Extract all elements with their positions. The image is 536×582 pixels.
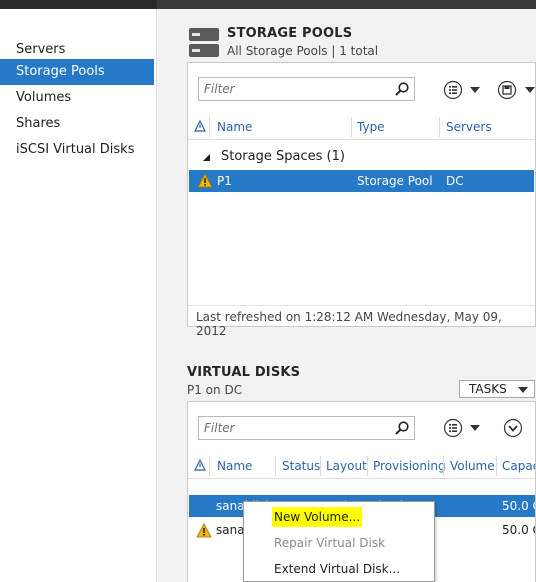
cell-servers: DC <box>446 174 464 188</box>
sidebar-nav: Servers Storage Pools Volumes Shares iSC… <box>0 9 157 582</box>
warning-icon <box>196 523 212 538</box>
search-icon[interactable] <box>394 420 410 436</box>
last-refreshed-status: Last refreshed on 1:28:12 AM Wednesday, … <box>196 310 502 338</box>
column-separator <box>351 117 352 137</box>
storage-pools-subtitle: All Storage Pools | 1 total <box>227 44 379 58</box>
cell-capacity: 50.0 G <box>502 523 535 537</box>
tasks-label: TASKS <box>469 382 507 396</box>
sidebar-item-storage-pools[interactable]: Storage Pools <box>0 59 154 85</box>
sidebar-item-shares[interactable]: Shares <box>0 111 154 137</box>
column-header-type[interactable]: Type <box>357 114 385 140</box>
virtual-disks-title: VIRTUAL DISKS <box>187 365 301 380</box>
column-header-layout[interactable]: Layout <box>326 453 367 479</box>
storage-pools-panel: Filter Name Type Servers Storage Spaces … <box>187 62 536 338</box>
column-header-provisioning[interactable]: Provisioning <box>373 453 446 479</box>
sidebar-item-iscsi-virtual-disks[interactable]: iSCSI Virtual Disks <box>0 137 154 163</box>
view-options-icon[interactable] <box>443 418 463 438</box>
group-row-storage-spaces[interactable]: Storage Spaces (1) <box>188 146 535 168</box>
sidebar-item-volumes[interactable]: Volumes <box>0 85 154 111</box>
divider <box>188 305 535 306</box>
virtual-disks-column-header: Name Status Layout Provisioning Volume C… <box>188 453 535 479</box>
table-row[interactable]: P1 Storage Pool DC <box>189 170 534 192</box>
save-query-icon[interactable] <box>497 80 517 100</box>
warning-sort-icon[interactable] <box>194 120 206 133</box>
filter-placeholder: Filter <box>204 421 235 435</box>
cell-name: P1 <box>217 174 232 188</box>
cell-type: Storage Pool <box>357 174 433 188</box>
storage-pools-title: STORAGE POOLS <box>227 26 353 41</box>
cell-capacity: 50.0 G <box>502 499 535 513</box>
tasks-dropdown-button[interactable]: TASKS <box>459 380 535 398</box>
column-separator <box>209 456 210 476</box>
chevron-down-icon[interactable] <box>525 87 535 93</box>
column-header-name[interactable]: Name <box>217 114 252 140</box>
title-bar-right <box>157 0 536 9</box>
column-separator <box>209 117 210 137</box>
menu-item-repair-virtual-disk[interactable]: Repair Virtual Disk <box>274 533 385 553</box>
chevron-down-icon[interactable] <box>470 425 480 431</box>
warning-sort-icon[interactable] <box>194 459 206 472</box>
column-separator <box>439 117 440 137</box>
view-options-icon[interactable] <box>443 80 463 100</box>
column-separator <box>320 456 321 476</box>
column-separator <box>496 456 497 476</box>
group-label: Storage Spaces (1) <box>221 149 345 164</box>
storage-pool-icon <box>189 28 219 57</box>
search-icon[interactable] <box>394 81 410 97</box>
column-header-servers[interactable]: Servers <box>446 114 492 140</box>
title-bar <box>0 0 536 9</box>
column-separator <box>367 456 368 476</box>
storage-pools-filter-input[interactable]: Filter <box>198 77 415 101</box>
filter-placeholder: Filter <box>204 82 235 96</box>
menu-item-extend-virtual-disk[interactable]: Extend Virtual Disk... <box>274 559 400 579</box>
column-separator <box>275 456 276 476</box>
column-header-status[interactable]: Status <box>282 453 320 479</box>
column-header-volume[interactable]: Volume <box>450 453 495 479</box>
warning-icon <box>197 173 213 188</box>
expand-circle-icon[interactable] <box>503 418 523 438</box>
collapse-triangle-icon[interactable] <box>203 154 211 162</box>
chevron-down-icon[interactable] <box>470 87 480 93</box>
column-header-capacity[interactable]: Capac <box>502 453 535 479</box>
virtual-disks-subtitle: P1 on DC <box>187 383 243 397</box>
context-menu: New Volume... Repair Virtual Disk Extend… <box>243 501 435 582</box>
main-content: STORAGE POOLS All Storage Pools | 1 tota… <box>158 9 536 582</box>
menu-item-new-volume[interactable]: New Volume... <box>272 507 363 527</box>
chevron-down-icon <box>518 387 528 393</box>
column-header-name[interactable]: Name <box>217 453 252 479</box>
storage-pools-column-header: Name Type Servers <box>188 114 535 140</box>
virtual-disks-filter-input[interactable]: Filter <box>198 416 415 440</box>
column-separator <box>443 456 444 476</box>
